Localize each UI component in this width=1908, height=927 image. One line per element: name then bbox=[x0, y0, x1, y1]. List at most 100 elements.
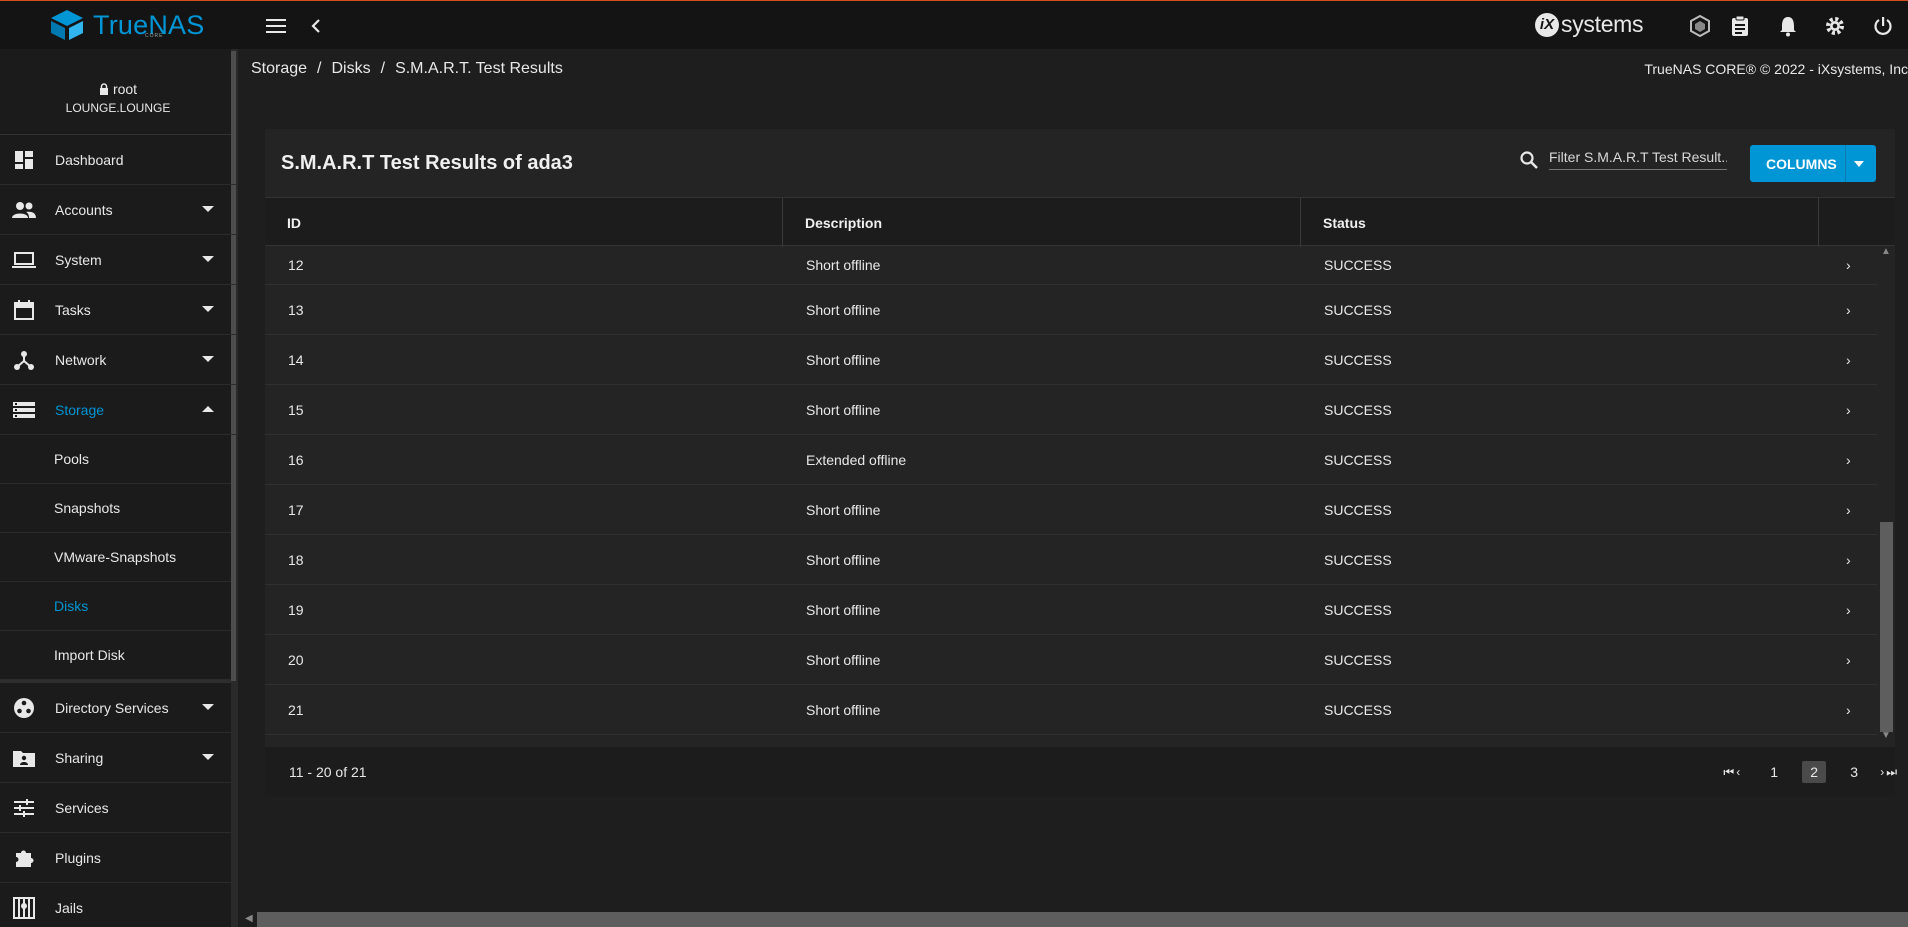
sidebar-item-plugins[interactable]: Plugins bbox=[0, 833, 236, 883]
clipboard-icon[interactable] bbox=[1727, 13, 1753, 39]
cell-status: SUCCESS bbox=[1324, 451, 1392, 468]
table-row[interactable]: 21 Short offline SUCCESS › bbox=[265, 685, 1895, 735]
sidebar-item-label: Jails bbox=[55, 899, 84, 916]
table-row[interactable]: 17 Short offline SUCCESS › bbox=[265, 485, 1895, 535]
table-row[interactable]: 12 Short offline SUCCESS › bbox=[265, 246, 1895, 285]
chevron-down-icon bbox=[202, 256, 214, 262]
breadcrumb-storage[interactable]: Storage bbox=[251, 60, 307, 78]
cell-status: SUCCESS bbox=[1324, 551, 1392, 568]
scroll-up-icon[interactable]: ▲ bbox=[1881, 246, 1891, 257]
power-icon[interactable] bbox=[1870, 13, 1896, 39]
sidebar-subitem-label: Snapshots bbox=[54, 500, 121, 516]
table-row[interactable]: 20 Short offline SUCCESS › bbox=[265, 635, 1895, 685]
user-info: root LOUNGE.LOUNGE bbox=[0, 49, 236, 135]
page-2-button[interactable]: 2 bbox=[1802, 761, 1827, 783]
expand-row-icon[interactable]: › bbox=[1846, 602, 1851, 618]
pagination-range: 11 - 20 of 21 bbox=[289, 764, 367, 780]
sidebar-item-storage[interactable]: Storage bbox=[0, 385, 236, 435]
table-row[interactable]: 18 Short offline SUCCESS › bbox=[265, 535, 1895, 585]
sidebar-item-label: System bbox=[55, 251, 102, 268]
breadcrumb-disks[interactable]: Disks bbox=[332, 60, 371, 78]
cell-description: Short offline bbox=[806, 301, 881, 318]
cell-id: 12 bbox=[288, 257, 304, 273]
columns-button-divider bbox=[1845, 145, 1846, 182]
page-3-button[interactable]: 3 bbox=[1842, 761, 1866, 783]
truenas-logo[interactable]: TrueNAS CORE bbox=[49, 9, 204, 41]
scroll-left-icon[interactable]: ◀ bbox=[245, 913, 253, 924]
cell-description: Short offline bbox=[806, 651, 881, 668]
cell-id: 16 bbox=[288, 451, 304, 468]
table-scrollbar-thumb[interactable] bbox=[1880, 522, 1893, 732]
dashboard-icon bbox=[12, 148, 36, 172]
expand-row-icon[interactable]: › bbox=[1846, 302, 1851, 318]
scroll-down-icon[interactable]: ▼ bbox=[1881, 730, 1891, 741]
expand-row-icon[interactable]: › bbox=[1846, 402, 1851, 418]
table-row[interactable]: 15 Short offline SUCCESS › bbox=[265, 385, 1895, 435]
sidebar-subitem-label: Import Disk bbox=[54, 647, 125, 663]
sidebar-item-dashboard[interactable]: Dashboard bbox=[0, 135, 236, 185]
sidebar-item-sharing[interactable]: Sharing bbox=[0, 733, 236, 783]
gear-icon[interactable] bbox=[1822, 13, 1848, 39]
truecommand-icon[interactable] bbox=[1687, 13, 1713, 39]
directory-services-icon bbox=[12, 696, 36, 720]
sidebar-item-directory-services[interactable]: Directory Services bbox=[0, 683, 236, 733]
column-header-description[interactable]: Description bbox=[783, 198, 1301, 247]
cell-status: SUCCESS bbox=[1324, 351, 1392, 368]
cell-status: SUCCESS bbox=[1324, 257, 1392, 273]
page-horizontal-scrollbar[interactable]: ◀ bbox=[243, 912, 1908, 927]
sidebar: root LOUNGE.LOUNGE Dashboard Accounts Sy… bbox=[0, 49, 238, 927]
bell-icon[interactable] bbox=[1775, 13, 1801, 39]
expand-row-icon[interactable]: › bbox=[1846, 257, 1851, 273]
table-row[interactable]: 13 Short offline SUCCESS › bbox=[265, 285, 1895, 335]
back-chevron-icon[interactable] bbox=[303, 13, 329, 39]
page-1-button[interactable]: 1 bbox=[1762, 761, 1786, 783]
menu-icon[interactable] bbox=[263, 13, 289, 39]
sidebar-item-system[interactable]: System bbox=[0, 235, 236, 285]
expand-row-icon[interactable]: › bbox=[1846, 552, 1851, 568]
cell-description: Short offline bbox=[806, 351, 881, 368]
sidebar-subitem-vmware-snapshots[interactable]: VMware-Snapshots bbox=[0, 533, 236, 582]
columns-button[interactable]: COLUMNS bbox=[1750, 145, 1876, 182]
table-row[interactable]: 19 Short offline SUCCESS › bbox=[265, 585, 1895, 635]
sidebar-subitem-snapshots[interactable]: Snapshots bbox=[0, 484, 236, 533]
previous-page-icon[interactable]: ‹ bbox=[1736, 765, 1740, 779]
sidebar-item-label: Sharing bbox=[55, 749, 104, 766]
expand-row-icon[interactable]: › bbox=[1846, 652, 1851, 668]
sidebar-item-accounts[interactable]: Accounts bbox=[0, 185, 236, 235]
ixsystems-logo[interactable]: iX systems bbox=[1535, 11, 1644, 38]
sidebar-subitem-pools[interactable]: Pools bbox=[0, 435, 236, 484]
next-page-icon[interactable]: › bbox=[1880, 765, 1884, 779]
cell-id: 19 bbox=[288, 601, 304, 618]
sidebar-item-services[interactable]: Services bbox=[0, 783, 236, 833]
cell-status: SUCCESS bbox=[1324, 301, 1392, 318]
sidebar-item-label: Directory Services bbox=[55, 699, 169, 716]
sidebar-item-network[interactable]: Network bbox=[0, 335, 236, 385]
table-scrollbar[interactable]: ▲ ▼ bbox=[1877, 246, 1895, 741]
sidebar-item-label: Plugins bbox=[55, 849, 101, 866]
cell-description: Short offline bbox=[806, 257, 881, 273]
expand-row-icon[interactable]: › bbox=[1846, 502, 1851, 518]
column-header-status[interactable]: Status bbox=[1301, 198, 1819, 247]
cell-description: Short offline bbox=[806, 401, 881, 418]
column-header-id[interactable]: ID bbox=[265, 198, 783, 247]
breadcrumb-current: S.M.A.R.T. Test Results bbox=[395, 60, 563, 77]
caret-down-icon[interactable] bbox=[1854, 161, 1864, 167]
table-row[interactable]: 16 Extended offline SUCCESS › bbox=[265, 435, 1895, 485]
expand-row-icon[interactable]: › bbox=[1846, 452, 1851, 468]
sidebar-subitem-disks[interactable]: Disks bbox=[0, 582, 236, 631]
top-bar: TrueNAS CORE iX systems bbox=[0, 0, 1908, 49]
sidebar-subitem-import-disk[interactable]: Import Disk bbox=[0, 631, 236, 680]
page-horizontal-scrollbar-thumb[interactable] bbox=[257, 912, 1908, 927]
sidebar-item-tasks[interactable]: Tasks bbox=[0, 285, 236, 335]
table-row[interactable]: 14 Short offline SUCCESS › bbox=[265, 335, 1895, 385]
sidebar-item-jails[interactable]: Jails bbox=[0, 883, 236, 927]
sidebar-item-label: Network bbox=[55, 351, 107, 368]
cell-id: 18 bbox=[288, 551, 304, 568]
expand-row-icon[interactable]: › bbox=[1846, 702, 1851, 718]
filter-input[interactable]: Filter S.M.A.R.T Test Result... bbox=[1549, 149, 1727, 170]
search-icon[interactable] bbox=[1519, 150, 1539, 170]
expand-row-icon[interactable]: › bbox=[1846, 352, 1851, 368]
sidebar-item-label: Services bbox=[55, 799, 109, 816]
first-page-icon[interactable]: ⏮ bbox=[1723, 765, 1734, 780]
last-page-icon[interactable]: ⏭ bbox=[1886, 765, 1897, 780]
